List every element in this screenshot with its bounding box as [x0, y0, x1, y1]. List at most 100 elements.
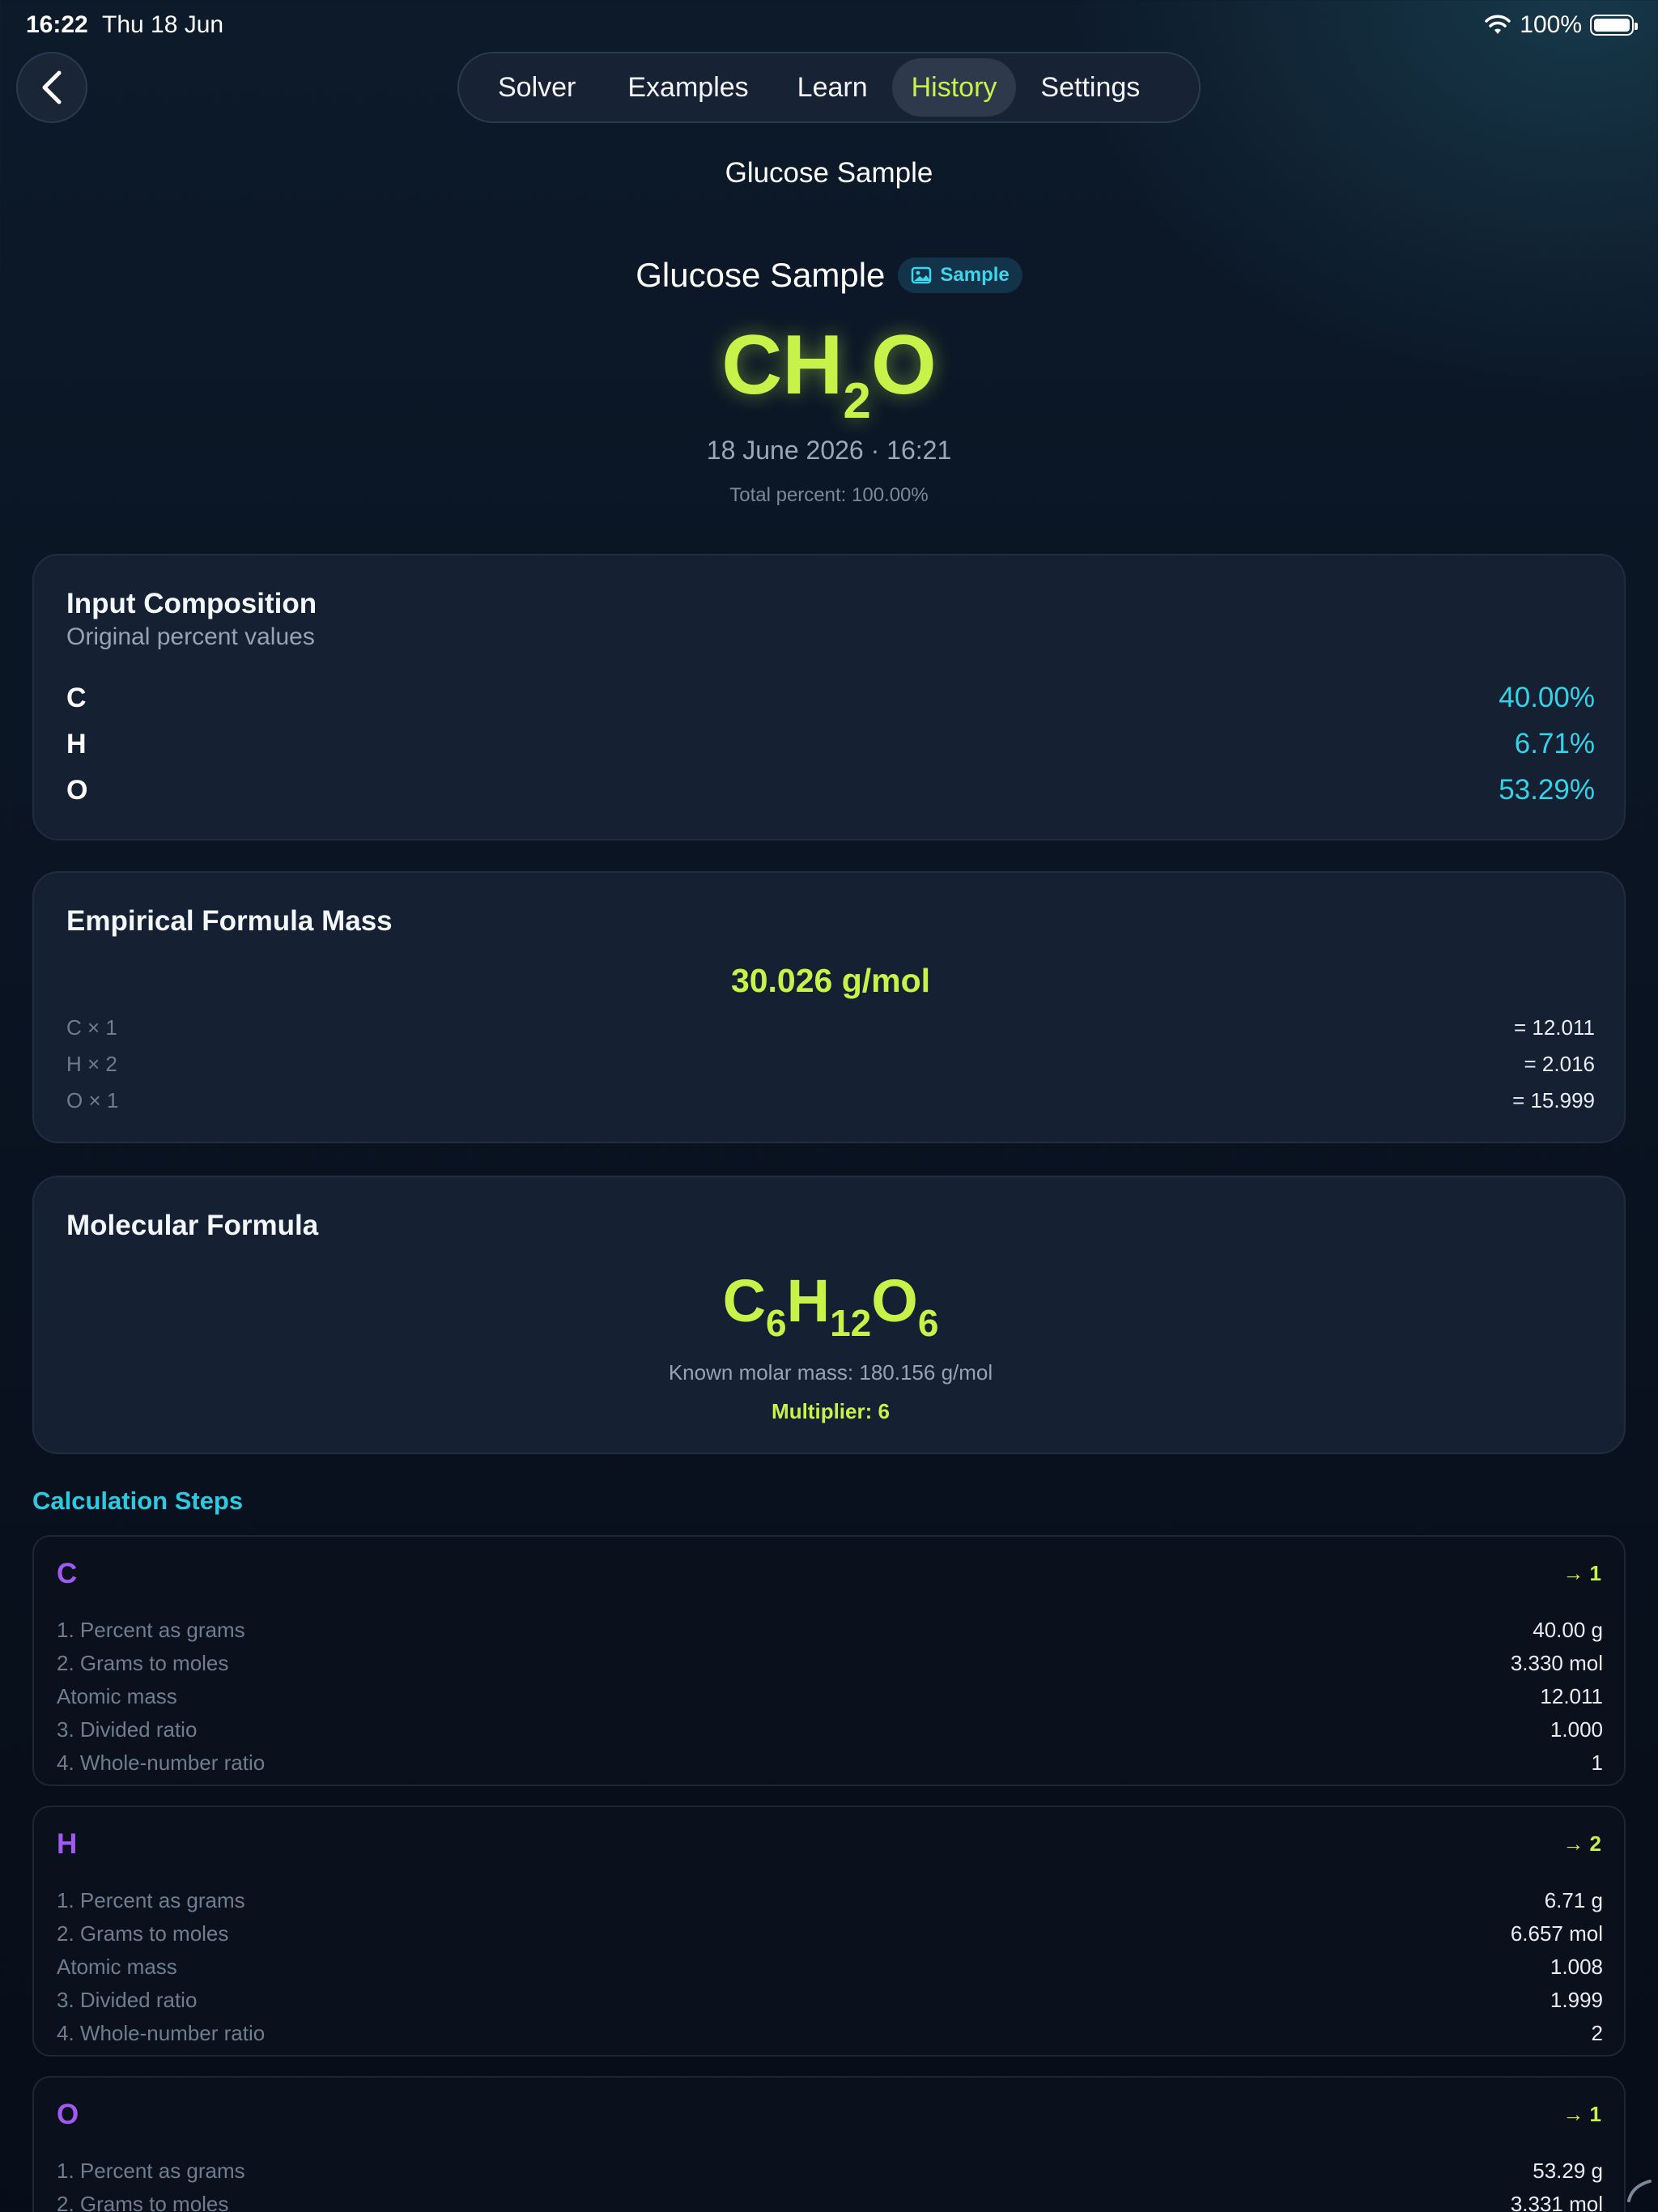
- step-label: 1. Percent as grams: [57, 1618, 245, 1642]
- formula-part: O: [870, 318, 937, 412]
- step-row: Atomic mass 1.008: [57, 1955, 1603, 1980]
- step-label: 2. Grams to moles: [57, 1651, 229, 1675]
- mass-label: O × 1: [66, 1088, 119, 1112]
- step-label: 3. Divided ratio: [57, 1988, 198, 2012]
- percent-value: 40.00%: [1499, 682, 1595, 713]
- sample-badge-label: Sample: [940, 264, 1010, 286]
- step-row: Atomic mass 12.011: [57, 1684, 1603, 1709]
- tab-solver[interactable]: Solver: [478, 58, 595, 117]
- total-percent: Total percent: 100.00%: [729, 484, 929, 506]
- step-value: 1.008: [1550, 1955, 1603, 1979]
- wifi-icon: [1485, 15, 1511, 34]
- step-value: 3.331 mol: [1510, 2192, 1603, 2212]
- back-button[interactable]: [16, 52, 87, 123]
- step-value: 2: [1591, 2021, 1603, 2045]
- card-subtitle: Original percent values: [66, 623, 315, 650]
- step-value: 53.29 g: [1533, 2159, 1603, 2183]
- multiplier: Multiplier: 6: [772, 1399, 890, 1423]
- step-value: 12.011: [1540, 1684, 1603, 1708]
- step-label: 1. Percent as grams: [57, 2159, 245, 2183]
- step-row: 4. Whole-number ratio 2: [57, 2021, 1603, 2046]
- status-date: Thu 18 Jun: [102, 11, 224, 38]
- step-label: 2. Grams to moles: [57, 2192, 229, 2212]
- step-row: 2. Grams to moles 3.330 mol: [57, 1651, 1603, 1676]
- element-symbol: O: [66, 774, 88, 806]
- step-row: 1. Percent as grams 53.29 g: [57, 2159, 1603, 2184]
- step-element: C: [57, 1558, 78, 1589]
- step-result: → 2: [1562, 1831, 1601, 1856]
- mass-label: H × 2: [66, 1052, 117, 1076]
- card-title: Input Composition: [66, 588, 317, 619]
- mass-label: C × 1: [66, 1015, 117, 1040]
- step-card-h: H → 2 1. Percent as grams 6.71 g 2. Grams…: [32, 1806, 1626, 2057]
- composition-row: C 40.00%: [66, 675, 1595, 721]
- step-value: 6.657 mol: [1510, 1921, 1603, 1946]
- step-label: Atomic mass: [57, 1684, 177, 1708]
- step-label: 4. Whole-number ratio: [57, 1750, 266, 1775]
- tab-bar: Solver Examples Learn History Settings: [457, 52, 1201, 123]
- step-card-o: O → 1 1. Percent as grams 53.29 g 2. Gram…: [32, 2076, 1626, 2212]
- percent-value: 53.29%: [1499, 774, 1595, 806]
- card-title: Empirical Formula Mass: [66, 905, 393, 937]
- step-card-c: C → 1 1. Percent as grams 40.00 g 2. Gram…: [32, 1535, 1626, 1786]
- element-symbol: H: [66, 728, 87, 759]
- formula-subscript: 2: [843, 373, 871, 429]
- calculation-steps-heading: Calculation Steps: [32, 1487, 244, 1515]
- input-composition-card: Input Composition Original percent value…: [32, 554, 1626, 840]
- status-time: 16:22: [26, 11, 88, 38]
- step-label: 3. Divided ratio: [57, 1717, 198, 1742]
- tab-learn[interactable]: Learn: [778, 58, 887, 117]
- step-row: 1. Percent as grams 40.00 g: [57, 1618, 1603, 1643]
- record-name: Glucose Sample: [636, 256, 886, 294]
- molecular-formula: C6H12O6: [34, 1266, 1627, 1344]
- step-value: 40.00 g: [1533, 1618, 1603, 1642]
- mass-row: O × 1 = 15.999: [66, 1088, 1595, 1113]
- percent-value: 6.71%: [1514, 728, 1595, 759]
- step-element: H: [57, 1828, 78, 1860]
- step-value: 1.000: [1550, 1717, 1603, 1742]
- back-chevron-icon: [42, 70, 62, 104]
- step-row: 4. Whole-number ratio 1: [57, 1750, 1603, 1776]
- mass-value: = 12.011: [1513, 1015, 1595, 1040]
- step-label: 4. Whole-number ratio: [57, 2021, 266, 2045]
- formula-part: C: [722, 1267, 767, 1334]
- known-molar-mass: Known molar mass: 180.156 g/mol: [668, 1360, 993, 1385]
- status-indicators: 100%: [1484, 11, 1638, 39]
- formula-subscript: 6: [766, 1302, 787, 1344]
- step-value: 1.999: [1550, 1988, 1603, 2012]
- step-row: 1. Percent as grams 6.71 g: [57, 1888, 1603, 1913]
- mass-value: = 15.999: [1512, 1088, 1595, 1112]
- step-row: 2. Grams to moles 3.331 mol: [57, 2192, 1603, 2212]
- formula-subscript: 6: [917, 1302, 939, 1344]
- image-icon: [912, 266, 932, 284]
- step-result: → 1: [1562, 2102, 1601, 2126]
- scroll-indicator-icon: [1627, 2180, 1652, 2202]
- formula-part: O: [871, 1267, 918, 1334]
- step-value: 1: [1591, 1750, 1603, 1775]
- nav-title: Glucose Sample: [725, 157, 933, 189]
- tab-settings[interactable]: Settings: [1021, 58, 1159, 117]
- empirical-mass-total: 30.026 g/mol: [730, 962, 931, 999]
- formula-part: CH: [721, 318, 844, 412]
- step-row: 3. Divided ratio 1.000: [57, 1717, 1603, 1742]
- step-label: Atomic mass: [57, 1955, 177, 1979]
- record-header: Glucose Sample Sample: [0, 256, 1658, 295]
- mass-row: C × 1 = 12.011: [66, 1015, 1595, 1040]
- step-result: → 1: [1562, 1561, 1601, 1585]
- step-label: 1. Percent as grams: [57, 1888, 245, 1912]
- mass-value: = 2.016: [1524, 1052, 1595, 1076]
- tab-examples[interactable]: Examples: [608, 58, 767, 117]
- empirical-mass-card: Empirical Formula Mass 30.026 g/mol C × …: [32, 871, 1626, 1143]
- battery-percent: 100%: [1520, 11, 1582, 38]
- status-bar: 16:22 Thu 18 Jun 100%: [0, 0, 1658, 52]
- step-element: O: [57, 2099, 79, 2130]
- step-label: 2. Grams to moles: [57, 1921, 229, 1946]
- composition-row: H 6.71%: [66, 721, 1595, 767]
- formula-subscript: 12: [830, 1302, 872, 1344]
- composition-row: O 53.29%: [66, 768, 1595, 813]
- mass-row: H × 2 = 2.016: [66, 1052, 1595, 1077]
- step-row: 3. Divided ratio 1.999: [57, 1988, 1603, 2013]
- tab-history[interactable]: History: [891, 58, 1017, 117]
- sample-badge: Sample: [898, 257, 1022, 293]
- step-row: 2. Grams to moles 6.657 mol: [57, 1921, 1603, 1946]
